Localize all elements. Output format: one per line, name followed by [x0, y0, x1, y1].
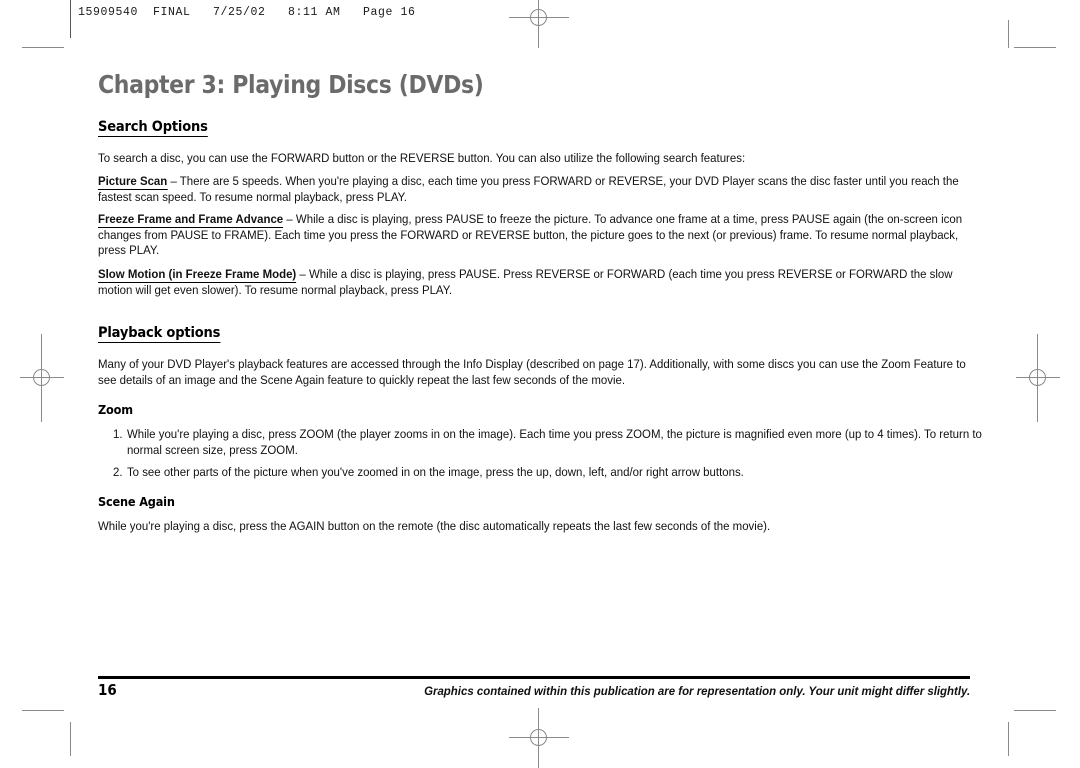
registration-target-icon-top	[509, 0, 569, 48]
search-entry-term: Picture Scan	[98, 174, 168, 190]
section-heading-search-options: Search Options	[98, 119, 208, 137]
search-entry-slow-motion: Slow Motion (in Freeze Frame Mode) – Whi…	[98, 267, 970, 298]
crop-mark-top-left-horizontal	[22, 47, 64, 48]
footer-disclaimer: Graphics contained within this publicati…	[423, 684, 970, 698]
search-entry-dash: –	[296, 267, 309, 281]
crop-mark-top-right-horizontal	[1014, 47, 1056, 48]
list-item: 2. To see other parts of the picture when…	[113, 465, 987, 481]
registration-ring	[530, 9, 547, 26]
playback-options-intro: Many of your DVD Player's playback featu…	[98, 357, 966, 387]
section-heading-search-options-wrap: Search Options	[98, 118, 220, 137]
list-item: 1. While you're playing a disc, press ZOO…	[113, 427, 987, 459]
list-item-number: 1.	[113, 427, 123, 441]
crop-mark-top-right-vertical	[1008, 20, 1009, 48]
subheading-zoom: Zoom	[98, 402, 133, 417]
search-entry-dash: –	[283, 212, 296, 226]
search-entry-picture-scan: Picture Scan – There are 5 speeds. When …	[98, 174, 970, 205]
scene-again-body: While you're playing a disc, press the A…	[98, 519, 771, 533]
registration-target-icon-right	[1008, 334, 1068, 422]
section-heading-playback-options-wrap: Playback options	[98, 324, 234, 343]
registration-ring	[530, 729, 547, 746]
registration-ring	[33, 369, 50, 386]
crop-mark-bottom-right-vertical	[1008, 722, 1009, 756]
crop-mark-bottom-left-vertical	[70, 722, 71, 756]
search-entry-term: Slow Motion (in Freeze Frame Mode)	[98, 267, 297, 283]
search-entry-freeze-frame: Freeze Frame and Frame Advance – While a…	[98, 212, 970, 259]
search-entry-dash: –	[167, 174, 180, 188]
registration-target-icon-left	[12, 334, 72, 422]
section-heading-playback-options: Playback options	[98, 325, 221, 343]
print-header-slug: 15909540 FINAL 7/25/02 8:11 AM Page 16	[78, 6, 416, 19]
crop-mark-bottom-right-horizontal	[1014, 710, 1056, 711]
subheading-scene-again: Scene Again	[98, 494, 175, 509]
list-item-text: While you're playing a disc, press ZOOM …	[126, 427, 982, 457]
list-item-text: To see other parts of the picture when y…	[126, 465, 744, 479]
page-title: Chapter 3: Playing Discs (DVDs)	[98, 70, 484, 99]
footer-page-number: 16	[98, 681, 117, 699]
header-divider-rule	[70, 0, 71, 38]
search-entry-body: There are 5 speeds. When you're playing …	[98, 174, 959, 204]
crop-mark-bottom-left-horizontal	[22, 710, 64, 711]
search-options-intro: To search a disc, you can use the FORWAR…	[98, 151, 746, 165]
registration-ring	[1029, 369, 1046, 386]
footer-divider-rule	[98, 676, 970, 679]
registration-target-icon-bottom	[509, 708, 569, 768]
search-entry-term: Freeze Frame and Frame Advance	[98, 212, 284, 228]
list-item-number: 2.	[113, 465, 123, 479]
